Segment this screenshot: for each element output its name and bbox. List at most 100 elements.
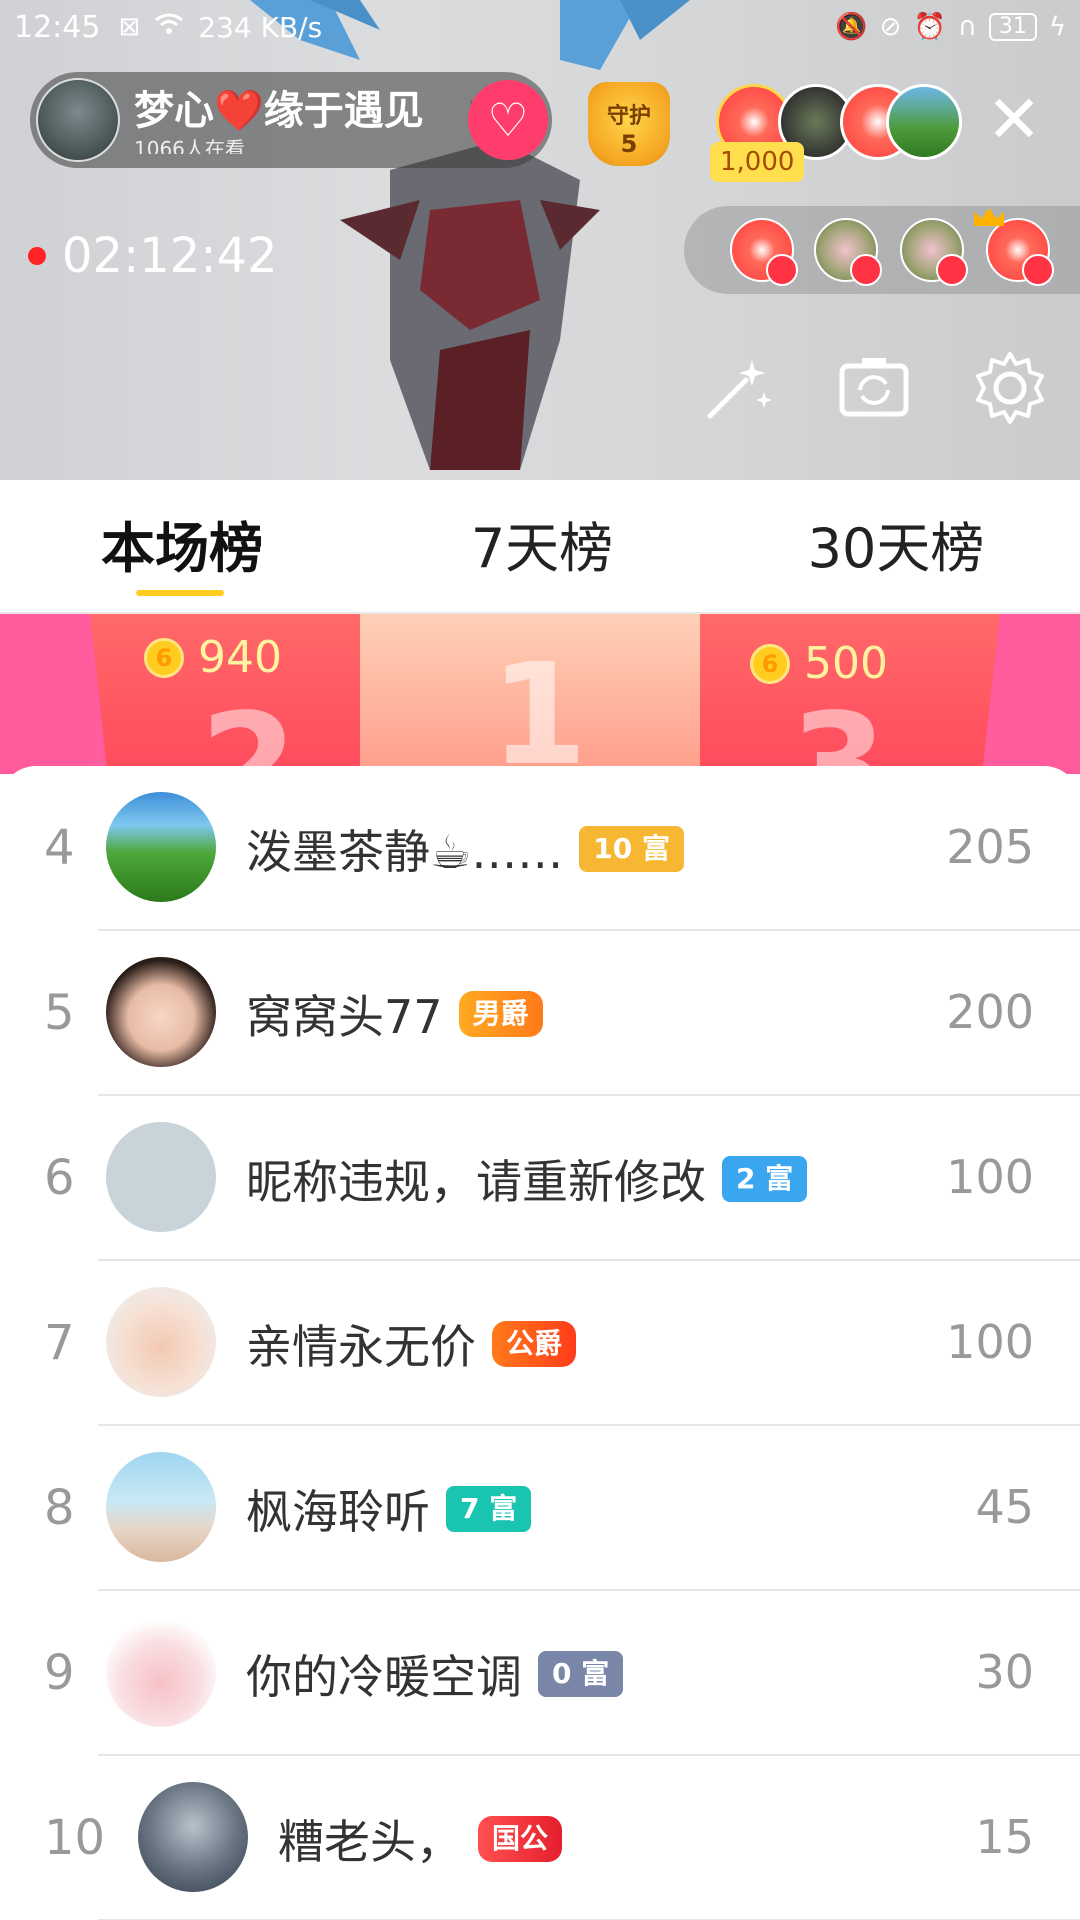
crown-icon [974, 208, 1004, 226]
user-name-group: 亲情永无价 公爵 [246, 1311, 577, 1377]
user-name-group: 你的冷暖空调 0 富 [246, 1641, 624, 1707]
charging-icon: ϟ [1048, 12, 1066, 42]
guard-seat-avatar[interactable] [900, 218, 968, 286]
alarm-icon: ⏰ [913, 12, 946, 42]
flip-camera-icon [839, 358, 909, 417]
rank-number: 7 [44, 1315, 75, 1371]
close-button[interactable]: ✕ [984, 87, 1044, 153]
status-right-icons: 🔕 ⊘ ⏰ ∩ 31 ϟ [835, 12, 1066, 42]
contribution-score: 200 [946, 985, 1034, 1039]
user-name: 糟老头， [278, 1815, 462, 1869]
user-name-group: 窝窝头77 男爵 [246, 981, 543, 1047]
contribution-score: 100 [946, 1150, 1034, 1204]
tab-7-days[interactable]: 7天榜 [462, 504, 622, 580]
battery-icon: 31 [988, 13, 1037, 41]
wealth-level-badge: 7 富 [446, 1486, 532, 1532]
list-item[interactable]: 10 糟老头， 国公 15 [0, 1756, 1080, 1920]
podium-rank-2: 2 [200, 684, 298, 774]
avatar[interactable] [106, 1287, 216, 1397]
beauty-magic-button[interactable] [700, 350, 776, 426]
mute-bell-icon: 🔕 [835, 12, 868, 42]
list-item[interactable]: 4 泼墨茶静☕…… 10 富 205 [0, 766, 1080, 931]
contribution-score: 15 [975, 1810, 1034, 1864]
podium-top-three: 2 1 3 6 940 6 500 [0, 614, 1080, 774]
rank-number: 4 [44, 820, 75, 876]
sofa-icon [936, 254, 968, 286]
settings-button[interactable] [972, 350, 1048, 426]
avatar[interactable] [138, 1782, 248, 1892]
host-name: 梦心❤️缘于遇见 [134, 88, 424, 134]
recording-dot-icon [28, 247, 46, 265]
podium-second-score-value: 940 [198, 632, 282, 683]
magic-wand-icon [707, 360, 772, 419]
flip-camera-button[interactable] [836, 350, 912, 426]
clock-text: 12:45 [14, 9, 101, 45]
user-name: 枫海聆听 [246, 1485, 430, 1539]
tab-30-days[interactable]: 30天榜 [806, 504, 986, 580]
avatar[interactable] [106, 792, 216, 902]
user-name-group: 糟老头， 国公 [278, 1806, 563, 1872]
host-info-pill[interactable]: 梦心❤️缘于遇见 1066人在看 ♡ [30, 72, 552, 168]
user-name: 泼墨茶静☕…… [246, 825, 564, 879]
rank-number: 10 [44, 1810, 106, 1866]
list-item[interactable]: 6 昵称违规，请重新修改 2 富 100 [0, 1096, 1080, 1261]
viewer-avatar[interactable] [886, 84, 962, 160]
wealth-level-badge: 0 富 [538, 1651, 624, 1697]
user-name: 亲情永无价 [246, 1320, 476, 1374]
avatar[interactable] [106, 957, 216, 1067]
podium-third-score: 6 500 [750, 638, 888, 689]
list-item[interactable]: 9 你的冷暖空调 0 富 30 [0, 1591, 1080, 1756]
live-timer: 02:12:42 [28, 228, 278, 284]
guard-seat-avatar[interactable] [730, 218, 798, 286]
list-item[interactable]: 7 亲情永无价 公爵 100 [0, 1261, 1080, 1426]
list-item[interactable]: 8 枫海聆听 7 富 45 [0, 1426, 1080, 1591]
notification-icon: ⊠ [118, 12, 141, 42]
rank-number: 8 [44, 1480, 75, 1536]
live-video-area: 12:45 ⊠ 234 KB/s 🔕 ⊘ ⏰ ∩ 31 ϟ 梦心❤️缘于遇见 1… [0, 0, 1080, 480]
guard-seat-avatar[interactable] [986, 218, 1054, 286]
host-avatar[interactable] [36, 78, 120, 162]
coin-icon: 6 [144, 637, 184, 678]
user-name-group: 枫海聆听 7 富 [246, 1476, 532, 1542]
heart-plus-icon: ♡ [487, 93, 529, 147]
guard-badge[interactable]: 守护 5 [588, 82, 670, 166]
user-name-group: 昵称违规，请重新修改 2 富 [246, 1146, 808, 1212]
follow-button[interactable]: ♡ [468, 80, 548, 160]
rank-number: 9 [44, 1645, 75, 1701]
guard-seat-avatar[interactable] [814, 218, 882, 286]
avatar[interactable] [106, 1617, 216, 1727]
network-speed-text: 234 KB/s [198, 10, 323, 44]
contribution-score: 30 [975, 1645, 1034, 1699]
contribution-score: 205 [946, 820, 1034, 874]
host-text: 梦心❤️缘于遇见 1066人在看 [134, 86, 456, 154]
list-item[interactable]: 5 窝窝头77 男爵 200 [0, 931, 1080, 1096]
avatar[interactable] [106, 1452, 216, 1562]
guard-label: 守护 [606, 104, 651, 129]
podium-third-score-value: 500 [804, 638, 888, 689]
user-name: 你的冷暖空调 [246, 1650, 522, 1704]
sofa-icon [766, 254, 798, 286]
viewer-coin-badge: 1,000 [710, 142, 805, 182]
wealth-level-badge: 10 富 [579, 826, 684, 872]
ranking-tabs: 本场榜 7天榜 30天榜 [0, 480, 1080, 614]
headphone-icon: ∩ [957, 12, 977, 42]
guard-seats-strip[interactable] [684, 206, 1080, 294]
podium-second-score: 6 940 [144, 632, 282, 683]
wealth-level-badge: 2 富 [722, 1156, 808, 1202]
gear-icon [976, 352, 1044, 424]
contribution-score: 100 [946, 1315, 1034, 1369]
noble-title-badge: 公爵 [492, 1321, 577, 1367]
tab-this-session[interactable]: 本场榜 [92, 504, 272, 580]
coin-icon: 6 [750, 643, 790, 684]
user-name-group: 泼墨茶静☕…… 10 富 [246, 816, 684, 882]
noble-title-badge: 国公 [478, 1816, 563, 1862]
sofa-icon [850, 254, 882, 286]
ranking-list: 4 泼墨茶静☕…… 10 富 205 5 窝窝头77 男爵 200 6 昵称违规… [0, 766, 1080, 1920]
noble-title-badge: 男爵 [458, 991, 543, 1037]
lock-icon: ⊘ [879, 12, 902, 42]
avatar[interactable] [106, 1122, 216, 1232]
rank-number: 6 [44, 1150, 75, 1206]
close-icon: ✕ [986, 81, 1042, 158]
active-tab-indicator [136, 590, 224, 596]
wifi-icon [154, 12, 184, 43]
